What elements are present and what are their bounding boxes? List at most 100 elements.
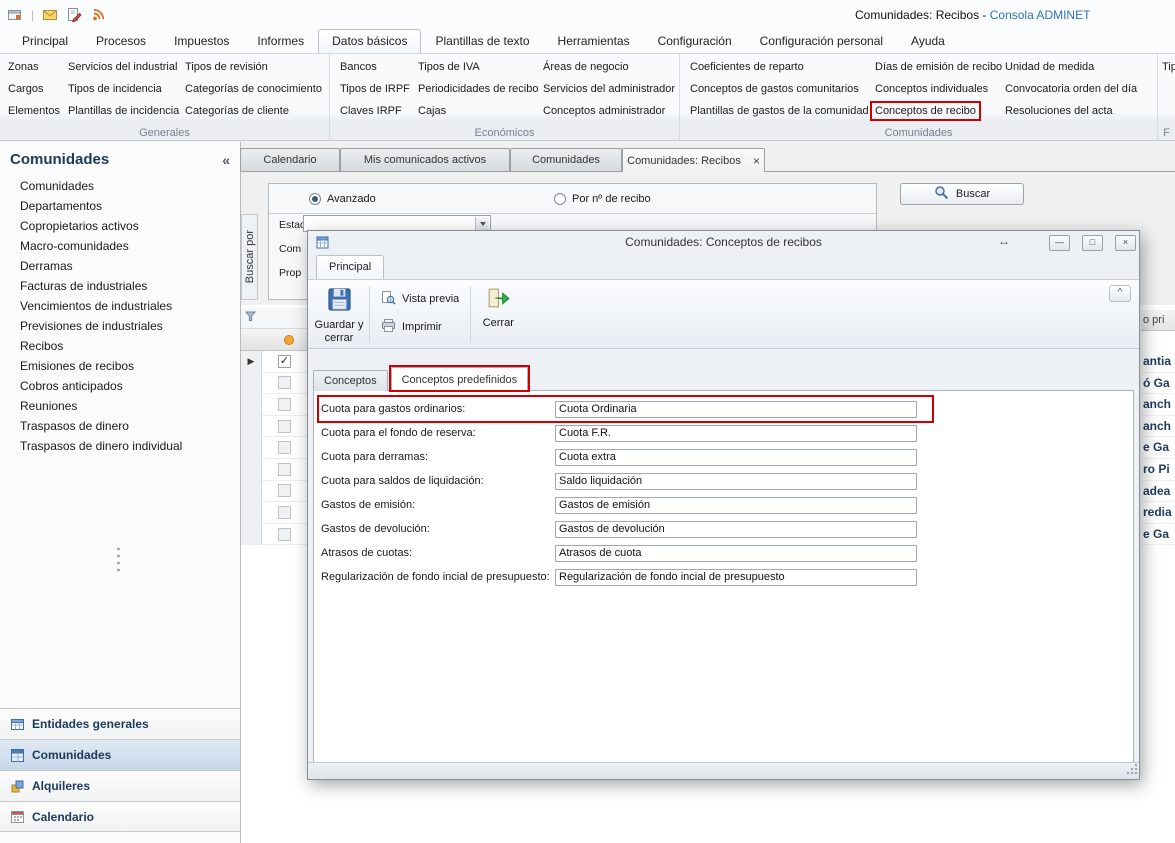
sidebar-item-recibos[interactable]: Recibos (0, 336, 240, 356)
sidebar-item-vencimientos-industriales[interactable]: Vencimientos de industriales (0, 296, 240, 316)
input-gastos-emision[interactable] (555, 497, 917, 514)
grid-cell-partial[interactable]: e Ga (1141, 524, 1175, 546)
ribbon-item-resoluciones-acta[interactable]: Resoluciones del acta (1005, 100, 1113, 122)
ribbon-item-partial[interactable]: Tip (1162, 56, 1175, 78)
window-icon[interactable] (6, 6, 24, 24)
ribbon-item-servicios-industrial[interactable]: Servicios del industrial (68, 56, 177, 78)
ribbon-item-claves-irpf[interactable]: Claves IRPF (340, 100, 402, 122)
ribbon-item-tipos-incidencia[interactable]: Tipos de incidencia (68, 78, 162, 100)
sidebar-item-departamentos[interactable]: Departamentos (0, 196, 240, 216)
sidebar-item-traspasos-dinero[interactable]: Traspasos de dinero (0, 416, 240, 436)
sidebar-item-previsiones-industriales[interactable]: Previsiones de industriales (0, 316, 240, 336)
input-atrasos-cuotas[interactable] (555, 545, 917, 562)
ribbon-item-coeficientes-reparto[interactable]: Coeficientes de reparto (690, 56, 804, 78)
ribbon-item-unidad-medida[interactable]: Unidad de medida (1005, 56, 1094, 78)
save-and-close-button[interactable]: Guardar y cerrar (312, 282, 366, 346)
input-cuota-saldos-liquidacion[interactable] (555, 473, 917, 490)
ribbon-item-cajas[interactable]: Cajas (418, 100, 446, 122)
modal-tab-principal[interactable]: Principal (316, 255, 384, 279)
input-regularizacion-fondo-inicial[interactable] (555, 569, 917, 586)
row-checkbox[interactable] (278, 463, 291, 476)
sidebar-item-emisiones-recibos[interactable]: Emisiones de recibos (0, 356, 240, 376)
radio-avanzado[interactable] (309, 193, 321, 205)
ribbon-item-tipos-iva[interactable]: Tipos de IVA (418, 56, 480, 78)
nav-item-calendario[interactable]: Calendario (0, 801, 240, 832)
radio-por-numero[interactable] (554, 193, 566, 205)
grid-cell-partial[interactable]: antia (1141, 351, 1175, 373)
menu-tab-informes[interactable]: Informes (243, 29, 318, 53)
workspace-tab-mis-comunicados[interactable]: Mis comunicados activos (340, 148, 510, 171)
menu-tab-datos-basicos[interactable]: Datos básicos (318, 29, 421, 53)
sidebar-item-copropietarios-activos[interactable]: Copropietarios activos (0, 216, 240, 236)
ribbon-item-dias-emision-recibo[interactable]: Días de emisión de recibo (875, 56, 1002, 78)
sidebar-item-comunidades[interactable]: Comunidades (0, 176, 240, 196)
nav-item-entidades-generales[interactable]: Entidades generales (0, 708, 240, 739)
dock-arrows-icon[interactable]: ↔ (994, 234, 1014, 250)
menu-tab-herramientas[interactable]: Herramientas (544, 29, 644, 53)
sidebar-item-derramas[interactable]: Derramas (0, 256, 240, 276)
sidebar-item-macro-comunidades[interactable]: Macro-comunidades (0, 236, 240, 256)
console-link[interactable]: Consola ADMINET (990, 8, 1091, 22)
ribbon-item-conceptos-gastos-comunitarios[interactable]: Conceptos de gastos comunitarios (690, 78, 859, 100)
grid-cell-partial[interactable]: anch (1141, 416, 1175, 438)
row-checkbox[interactable] (278, 398, 291, 411)
table-row[interactable] (241, 481, 307, 503)
input-cuota-fondo-reserva[interactable] (555, 425, 917, 442)
table-row[interactable] (241, 416, 307, 438)
ribbon-item-elementos[interactable]: Elementos (8, 100, 60, 122)
ribbon-item-conceptos-individuales[interactable]: Conceptos individuales (875, 78, 988, 100)
buscar-button[interactable]: Buscar (900, 183, 1024, 205)
grid-cell-partial[interactable]: ó Ga (1141, 373, 1175, 395)
broadcast-icon[interactable] (89, 6, 107, 24)
grid-checkbox-column-header[interactable] (241, 329, 307, 351)
tab-close-icon[interactable]: × (753, 154, 760, 168)
row-checkbox[interactable] (278, 376, 291, 389)
workspace-tab-comunidades-recibos[interactable]: Comunidades: Recibos × (622, 148, 765, 172)
ribbon-item-plantillas-incidencia[interactable]: Plantillas de incidencia (68, 100, 179, 122)
table-row[interactable] (241, 459, 307, 481)
menu-tab-ayuda[interactable]: Ayuda (897, 29, 959, 53)
sidebar-item-reuniones[interactable]: Reuniones (0, 396, 240, 416)
ribbon-item-categorias-cliente[interactable]: Categorías de cliente (185, 100, 289, 122)
menu-tab-impuestos[interactable]: Impuestos (160, 29, 243, 53)
ribbon-item-tipos-revision[interactable]: Tipos de revisión (185, 56, 268, 78)
sidebar-item-cobros-anticipados[interactable]: Cobros anticipados (0, 376, 240, 396)
menu-tab-procesos[interactable]: Procesos (82, 29, 160, 53)
sidebar-item-facturas-industriales[interactable]: Facturas de industriales (0, 276, 240, 296)
input-gastos-devolucion[interactable] (555, 521, 917, 538)
input-cuota-gastos-ordinarios[interactable] (555, 401, 917, 418)
ribbon-item-conceptos-administrador[interactable]: Conceptos administrador (543, 100, 665, 122)
grid-cell-partial[interactable]: anch (1141, 394, 1175, 416)
ribbon-item-zonas[interactable]: Zonas (8, 56, 39, 78)
ribbon-item-bancos[interactable]: Bancos (340, 56, 377, 78)
menu-tab-principal[interactable]: Principal (8, 29, 82, 53)
edit-note-icon[interactable] (65, 6, 83, 24)
buscar-por-vertical-tab[interactable]: Buscar por (241, 214, 258, 300)
restore-button[interactable]: □ (1082, 235, 1103, 251)
ribbon-item-cargos[interactable]: Cargos (8, 78, 43, 100)
imprimir-button[interactable]: Imprimir (381, 318, 459, 336)
workspace-tab-calendario[interactable]: Calendario (240, 148, 340, 171)
nav-item-comunidades[interactable]: Comunidades (0, 739, 240, 770)
table-row[interactable]: ▶ ✓ (241, 351, 307, 373)
workspace-tab-comunidades[interactable]: Comunidades (510, 148, 622, 171)
modal-titlebar[interactable]: Comunidades: Conceptos de recibos ↔ — □ … (308, 231, 1139, 255)
ribbon-item-areas-negocio[interactable]: Áreas de negocio (543, 56, 629, 78)
sidebar-item-traspasos-dinero-individual[interactable]: Traspasos de dinero individual (0, 436, 240, 456)
grid-filter-cell[interactable] (241, 308, 307, 329)
menu-tab-configuracion[interactable]: Configuración (644, 29, 746, 53)
table-row[interactable] (241, 373, 307, 395)
vista-previa-button[interactable]: Vista previa (381, 290, 459, 308)
row-checkbox-checked[interactable]: ✓ (278, 355, 291, 368)
row-checkbox[interactable] (278, 484, 291, 497)
ribbon-item-conceptos-de-recibo[interactable]: Conceptos de recibo (875, 100, 976, 122)
combo-arrow-icon[interactable] (475, 217, 489, 230)
ribbon-item-categorias-conocimiento[interactable]: Categorías de conocimiento (185, 78, 322, 100)
sidebar-collapse-icon[interactable]: « (222, 152, 230, 168)
row-checkbox[interactable] (278, 506, 291, 519)
ribbon-item-tipos-irpf[interactable]: Tipos de IRPF (340, 78, 410, 100)
mail-icon[interactable] (41, 6, 59, 24)
ribbon-item-servicios-administrador[interactable]: Servicios del administrador (543, 78, 675, 100)
tab-conceptos[interactable]: Conceptos (313, 370, 388, 391)
minimize-button[interactable]: — (1049, 235, 1070, 251)
